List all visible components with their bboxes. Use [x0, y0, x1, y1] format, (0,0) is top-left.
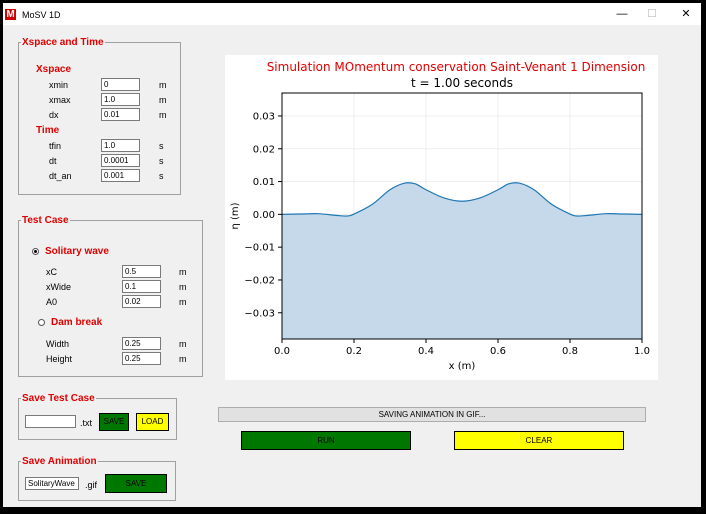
xmin-input[interactable]: 0	[101, 78, 140, 91]
water-area-fill	[282, 182, 642, 339]
chart-title: Simulation MOmentum conservation Saint-V…	[267, 60, 646, 74]
width-input[interactable]: 0.25	[122, 337, 161, 350]
height-input[interactable]: 0.25	[122, 352, 161, 365]
xmax-label: xmax	[49, 95, 71, 105]
xmax-unit: m	[159, 95, 167, 105]
x-axis-label: x (m)	[449, 361, 476, 372]
run-button[interactable]: RUN	[241, 431, 411, 450]
x-tick-label: 0.0	[274, 346, 290, 357]
xspace-time-frame: Xspace and Time	[18, 37, 181, 195]
y-tick-label: 0.01	[253, 177, 275, 188]
tfin-input[interactable]: 1.0	[101, 139, 140, 152]
xspace-header: Xspace	[36, 64, 72, 75]
xwide-label: xWide	[46, 282, 72, 292]
xmax-input[interactable]: 1.0	[101, 93, 140, 106]
x-tick-label: 1.0	[634, 346, 650, 357]
xmin-label: xmin	[49, 80, 69, 90]
close-button[interactable]: ✕	[675, 7, 697, 21]
x-tick-label: 0.8	[562, 346, 578, 357]
maximize-button[interactable]: ☐	[641, 7, 663, 21]
y-tick-label: 0.03	[253, 111, 275, 122]
dt-unit: s	[159, 156, 164, 166]
test-case-frame: Test Case	[18, 215, 203, 377]
xwide-unit: m	[179, 282, 187, 292]
test-case-filename-input[interactable]	[25, 415, 76, 428]
dt-an-input[interactable]: 0.001	[101, 169, 140, 182]
animation-filename-input[interactable]: SolitaryWave	[25, 477, 79, 490]
xmin-unit: m	[159, 80, 167, 90]
plot-panel: 0.0 0.2 0.4 0.6 0.8 1.0 0.03 0.02 0.01 0.00 −0.01 −…	[225, 55, 658, 380]
app-window: M MoSV 1D — ☐ ✕ Xspace and Time Xspace x…	[3, 3, 701, 507]
save-animation-button[interactable]: SAVE	[105, 474, 167, 493]
width-label: Width	[46, 339, 70, 349]
save-animation-legend: Save Animation	[22, 456, 97, 467]
height-label: Height	[46, 354, 73, 364]
dam-break-label[interactable]: Dam break	[51, 317, 102, 328]
x-tick-label: 0.2	[346, 346, 362, 357]
x-tick-label: 0.6	[490, 346, 506, 357]
xc-input[interactable]: 0.5	[122, 265, 161, 278]
window-title: MoSV 1D	[22, 10, 61, 20]
tfin-unit: s	[159, 141, 164, 151]
a0-unit: m	[179, 297, 187, 307]
y-tick-label: −0.02	[244, 275, 275, 286]
time-header: Time	[36, 125, 60, 136]
dt-label: dt	[49, 156, 57, 166]
wave-chart: 0.0 0.2 0.4 0.6 0.8 1.0 0.03 0.02 0.01 0.00 −0.01 −…	[230, 60, 650, 372]
gif-extension-label: .gif	[85, 480, 98, 490]
xc-label: xC	[46, 267, 57, 277]
load-test-case-button[interactable]: LOAD	[136, 413, 169, 431]
app-logo-icon: M	[5, 9, 16, 20]
dt-input[interactable]: 0.0001	[101, 154, 140, 167]
status-bar: SAVING ANIMATION IN GIF...	[218, 407, 646, 422]
y-tick-label: 0.02	[253, 144, 275, 155]
title-bar: M MoSV 1D — ☐ ✕	[3, 3, 701, 25]
solitary-wave-label[interactable]: Solitary wave	[45, 246, 109, 257]
y-axis-label: η (m)	[230, 202, 241, 229]
dt-an-unit: s	[159, 171, 164, 181]
save-test-case-legend: Save Test Case	[22, 393, 95, 404]
width-unit: m	[179, 339, 187, 349]
dam-break-radio[interactable]	[38, 319, 45, 326]
txt-extension-label: .txt	[80, 418, 93, 428]
y-tick-label: −0.03	[244, 308, 275, 319]
y-tick-label: −0.01	[244, 243, 275, 254]
xc-unit: m	[179, 267, 187, 277]
chart-subtitle: t = 1.00 seconds	[411, 76, 513, 90]
x-tick-label: 0.4	[418, 346, 434, 357]
save-test-case-button[interactable]: SAVE	[99, 413, 129, 431]
dx-unit: m	[159, 110, 167, 120]
xspace-time-legend: Xspace and Time	[22, 37, 104, 48]
xwide-input[interactable]: 0.1	[122, 280, 161, 293]
height-unit: m	[179, 354, 187, 364]
dt-an-label: dt_an	[49, 171, 72, 181]
a0-input[interactable]: 0.02	[122, 295, 161, 308]
a0-label: A0	[46, 297, 58, 307]
y-tick-label: 0.00	[253, 210, 275, 221]
test-case-legend: Test Case	[22, 215, 69, 226]
clear-button[interactable]: CLEAR	[454, 431, 624, 450]
dx-label: dx	[49, 110, 59, 120]
solitary-wave-radio[interactable]	[32, 248, 39, 255]
dx-input[interactable]: 0.01	[101, 108, 140, 121]
tfin-label: tfin	[49, 141, 62, 151]
minimize-button[interactable]: —	[611, 7, 633, 21]
